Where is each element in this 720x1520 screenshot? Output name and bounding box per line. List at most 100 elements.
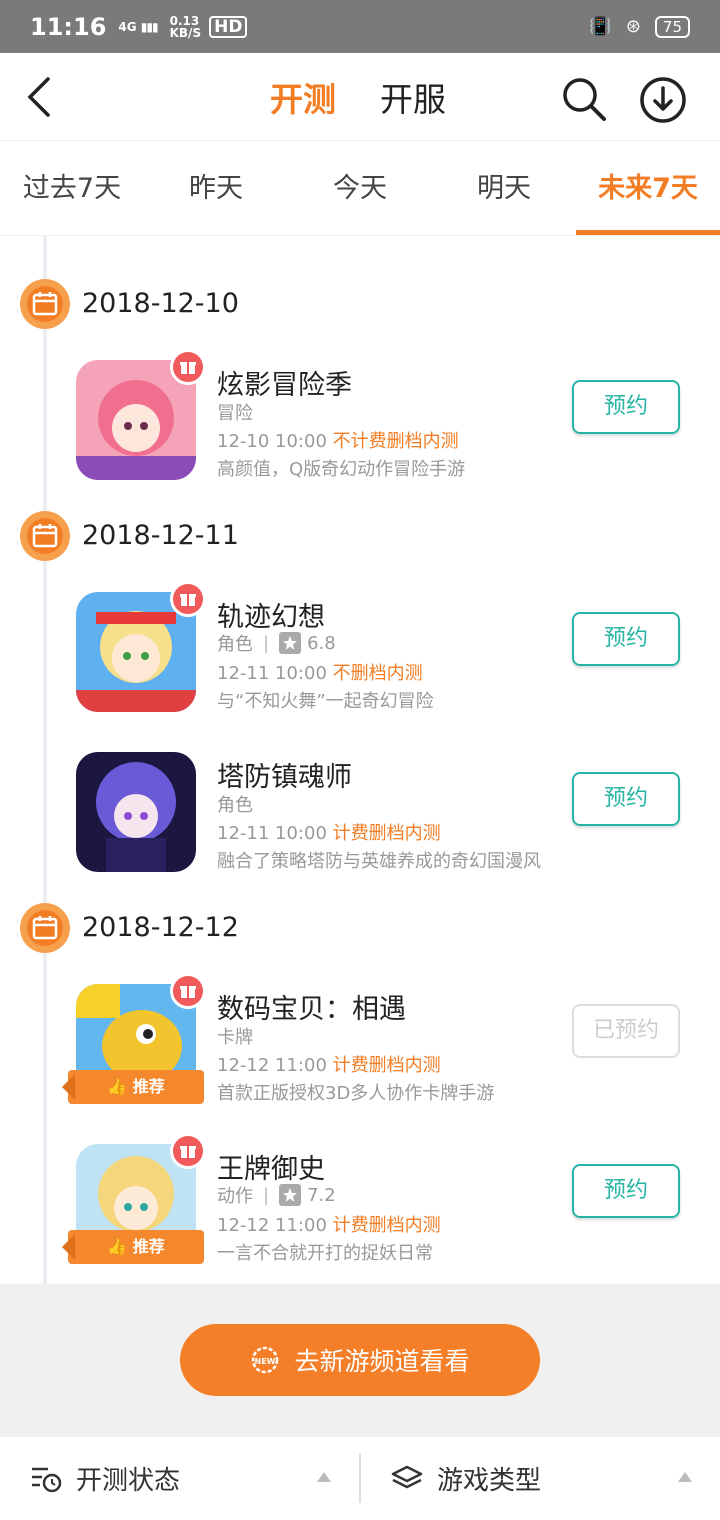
test-time: 12-12 11:00: [217, 1055, 327, 1076]
chevron-up-icon: [678, 1472, 692, 1482]
rating-value: 6.8: [307, 632, 336, 654]
game-category: 冒险: [217, 399, 253, 425]
network-indicator: 4G ▮▮▮: [118, 19, 159, 34]
network-type: 4G: [118, 19, 137, 34]
game-name[interactable]: 炫影冒险季: [217, 363, 352, 402]
game-category: 动作 | 7.2: [217, 1182, 336, 1208]
game-category: 角色 | 6.8: [217, 630, 336, 656]
game-icon-tafang[interactable]: [76, 752, 196, 872]
thumbs-up-icon: 👍: [107, 1237, 128, 1256]
game-description: 首款正版授权3D多人协作卡牌手游: [217, 1083, 495, 1104]
gift-icon: [170, 973, 206, 1009]
chevron-up-icon: [317, 1472, 331, 1482]
test-type: 计费删档内测: [332, 823, 441, 844]
reserved-button[interactable]: 已预约: [572, 1004, 680, 1058]
day-tabs: 过去7天 昨天 今天 明天 未来7天: [0, 141, 720, 236]
bottom-filter-bar: 开测状态 游戏类型: [0, 1437, 720, 1520]
net-speed-unit: KB/S: [169, 25, 202, 40]
hd-icon: HD: [209, 15, 248, 38]
category-label: 角色: [217, 795, 253, 816]
recommend-label: 推荐: [132, 1077, 165, 1096]
tab-tomorrow[interactable]: 明天: [432, 141, 576, 235]
lock-rotation-icon: ⊛: [625, 16, 641, 37]
layers-icon: [391, 1465, 423, 1488]
game-description: 与“不知火舞”一起奇幻冒险: [217, 691, 434, 712]
category-label: 动作: [217, 1186, 253, 1207]
group-date: 2018-12-10: [82, 288, 239, 319]
game-test-time: 12-10 10:00 不计费删档内测: [217, 427, 459, 453]
recommend-badge: 👍 推荐: [62, 1230, 204, 1264]
signal-icon: ▮▮▮: [140, 19, 159, 34]
filter-game-type[interactable]: 游戏类型: [361, 1437, 720, 1520]
calendar-icon: [20, 511, 70, 561]
test-type: 不删档内测: [332, 663, 423, 684]
reserve-button[interactable]: 预约: [572, 380, 680, 434]
filter-game-type-label: 游戏类型: [437, 1466, 542, 1496]
group-date: 2018-12-12: [82, 912, 239, 943]
test-time: 12-11 10:00: [217, 663, 327, 684]
game-name[interactable]: 王牌御史: [217, 1147, 325, 1186]
game-description: 融合了策略塔防与英雄养成的奇幻国漫风: [217, 851, 541, 872]
status-bar: 11:16 4G ▮▮▮ 0.13 KB/S HD 📳 ⊛ 75: [0, 0, 720, 53]
gift-icon: [170, 1133, 206, 1169]
download-icon[interactable]: [638, 75, 688, 125]
test-type: 计费删档内测: [332, 1215, 441, 1236]
test-time: 12-11 10:00: [217, 823, 327, 844]
test-time: 12-12 11:00: [217, 1215, 327, 1236]
status-time: 11:16: [30, 12, 107, 41]
reserve-button[interactable]: 预约: [572, 612, 680, 666]
new-game-channel-label: 去新游频道看看: [294, 1347, 470, 1376]
net-speed: 0.13 KB/S: [170, 15, 201, 39]
star-icon: [279, 1184, 302, 1206]
star-icon: [279, 632, 302, 654]
app-bar: 开测 开服: [0, 53, 720, 141]
game-description: 一言不合就开打的捉妖日常: [217, 1243, 433, 1264]
new-game-channel-button[interactable]: NEW 去新游频道看看: [180, 1324, 540, 1396]
recommend-badge: 👍 推荐: [62, 1070, 204, 1104]
search-icon[interactable]: [560, 75, 608, 123]
filter-test-status[interactable]: 开测状态: [0, 1437, 359, 1520]
test-time: 12-10 10:00: [217, 431, 327, 452]
group-date: 2018-12-11: [82, 520, 239, 551]
category-label: 卡牌: [217, 1027, 253, 1048]
tab-next-7-days[interactable]: 未来7天: [576, 141, 720, 235]
game-category: 卡牌: [217, 1023, 253, 1049]
thumbs-up-icon: 👍: [107, 1077, 128, 1096]
tab-today[interactable]: 今天: [288, 141, 432, 235]
game-test-time: 12-11 10:00 计费删档内测: [217, 819, 441, 845]
test-type: 计费删档内测: [332, 1055, 441, 1076]
battery-icon: 75: [654, 15, 690, 38]
clock-list-icon: [32, 1467, 62, 1492]
recommend-label: 推荐: [132, 1237, 165, 1256]
game-list: 2018-12-10 炫影冒险季 冒险 12-10 10:00 不计费删档内测 …: [0, 236, 720, 1284]
filter-test-status-label: 开测状态: [76, 1466, 181, 1496]
back-arrow-icon[interactable]: [22, 75, 62, 119]
game-description: 高颜值，Q版奇幻动作冒险手游: [217, 459, 466, 480]
game-test-time: 12-12 11:00 计费删档内测: [217, 1211, 441, 1237]
timeline-line: [43, 236, 47, 1284]
vibrate-icon: 📳: [589, 16, 612, 37]
rating-value: 7.2: [307, 1184, 336, 1206]
tab-past-7-days[interactable]: 过去7天: [0, 141, 144, 235]
reserve-button[interactable]: 预约: [572, 772, 680, 826]
game-test-time: 12-12 11:00 计费删档内测: [217, 1051, 441, 1077]
category-label: 冒险: [217, 403, 253, 424]
svg-text:NEW: NEW: [255, 1357, 276, 1366]
category-label: 角色: [217, 634, 253, 655]
tab-open-server[interactable]: 开服: [380, 73, 446, 121]
gift-icon: [170, 349, 206, 385]
game-test-time: 12-11 10:00 不删档内测: [217, 659, 423, 685]
tab-yesterday[interactable]: 昨天: [144, 141, 288, 235]
game-name[interactable]: 数码宝贝：相遇: [217, 987, 406, 1026]
title-tabs: 开测 开服: [270, 53, 446, 141]
new-badge-icon: NEW: [252, 1346, 279, 1374]
calendar-icon: [20, 903, 70, 953]
tab-open-test[interactable]: 开测: [270, 73, 336, 121]
test-type: 不计费删档内测: [332, 431, 459, 452]
reserve-button[interactable]: 预约: [572, 1164, 680, 1218]
game-category: 角色: [217, 791, 253, 817]
calendar-icon: [20, 279, 70, 329]
game-name[interactable]: 塔防镇魂师: [217, 755, 352, 794]
gift-icon: [170, 581, 206, 617]
game-name[interactable]: 轨迹幻想: [217, 595, 325, 634]
